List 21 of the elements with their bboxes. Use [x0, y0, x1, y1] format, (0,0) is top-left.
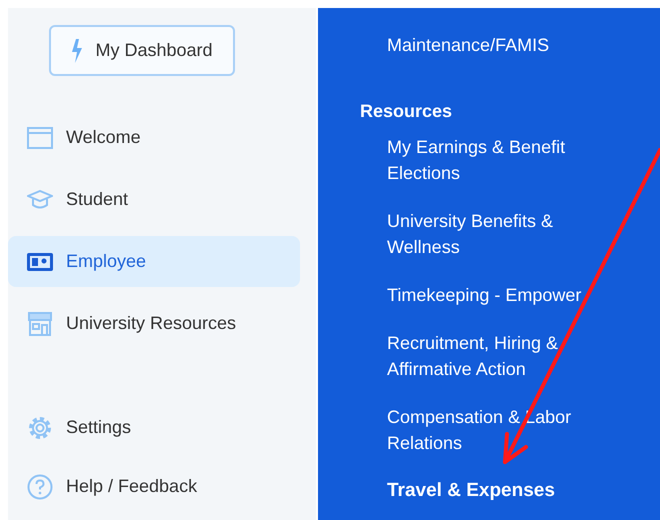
sidebar-item[interactable]: Employee [8, 236, 300, 287]
graduation-cap-icon [27, 190, 53, 210]
menu-link[interactable]: Timekeeping - Empower [387, 282, 602, 308]
id-card-icon [27, 252, 53, 270]
sidebar-item[interactable]: Settings [8, 402, 300, 453]
storefront-icon [27, 312, 53, 336]
sidebar-item[interactable]: University Resources [8, 298, 300, 349]
section-heading: Resources [360, 100, 454, 123]
sidebar-item[interactable]: Help / Feedback [8, 461, 300, 512]
sidebar-item[interactable]: Student [8, 174, 300, 225]
menu-link[interactable]: Maintenance/FAMIS [387, 32, 660, 58]
window-icon [27, 126, 53, 148]
menu-link[interactable]: Recruitment, Hiring & Affirmative Action [387, 330, 602, 382]
dashboard-button[interactable]: My Dashboard [49, 25, 235, 76]
menu-link[interactable]: My Earnings & Benefit Elections [387, 134, 602, 186]
settings-icon [27, 414, 53, 440]
sidebar-item[interactable]: Welcome [8, 112, 300, 163]
menu-link[interactable]: Travel & Expenses [387, 478, 602, 504]
menu-link[interactable]: University Benefits & Wellness [387, 208, 602, 260]
help-icon [27, 474, 53, 500]
lightning-icon [71, 38, 84, 62]
